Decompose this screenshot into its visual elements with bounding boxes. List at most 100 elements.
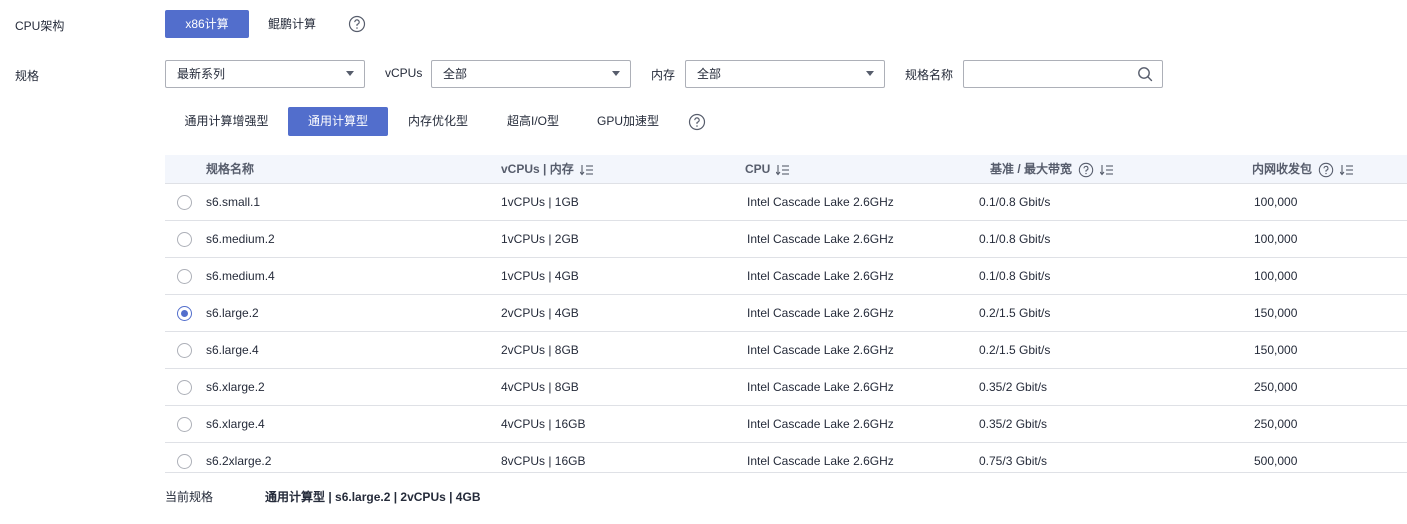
sort-icon[interactable] [1340,164,1354,176]
search-icon[interactable] [1137,66,1153,82]
table-row[interactable]: s6.small.1 1vCPUs | 1GB Intel Cascade La… [165,184,1407,221]
spec-name-search [963,60,1163,88]
help-icon[interactable] [688,113,706,131]
cell-vcpu-mem: 8vCPUs | 16GB [501,454,586,468]
help-icon[interactable] [1318,162,1334,178]
current-spec-value: 通用计算型 | s6.large.2 | 2vCPUs | 4GB [265,490,481,504]
cell-bandwidth: 0.2/1.5 Gbit/s [979,343,1051,357]
help-icon[interactable] [1078,162,1094,178]
cell-cpu: Intel Cascade Lake 2.6GHz [747,380,894,394]
cell-spec-name: s6.xlarge.2 [206,380,265,394]
cell-spec-name: s6.2xlarge.2 [206,454,272,468]
cell-vcpu-mem: 4vCPUs | 8GB [501,380,579,394]
cell-pps: 150,000 [1254,343,1298,357]
cell-pps: 100,000 [1254,195,1298,209]
cell-pps: 100,000 [1254,232,1298,246]
series-select-value: 最新系列 [177,67,226,81]
header-bandwidth[interactable]: 基准 / 最大带宽 [990,155,1114,184]
vcpus-select[interactable]: 全部 [431,60,631,88]
chevron-down-icon [612,71,620,76]
cell-spec-name: s6.medium.2 [206,232,275,246]
sort-icon[interactable] [579,164,594,176]
sort-icon[interactable] [776,164,790,176]
memory-select[interactable]: 全部 [685,60,885,88]
cell-bandwidth: 0.35/2 Gbit/s [979,417,1048,431]
cell-bandwidth: 0.2/1.5 Gbit/s [979,306,1051,320]
table-row[interactable]: s6.2xlarge.2 8vCPUs | 16GB Intel Cascade… [165,443,1407,473]
tab-general-enhanced[interactable]: 通用计算增强型 [175,107,278,136]
header-cpu[interactable]: CPU [745,155,790,184]
cell-bandwidth: 0.1/0.8 Gbit/s [979,269,1051,283]
spec-name-input[interactable] [964,61,1124,87]
spec-label: 规格 [15,69,40,83]
row-radio[interactable] [177,380,192,395]
cell-spec-name: s6.large.2 [206,306,259,320]
cell-spec-name: s6.large.4 [206,343,259,357]
current-spec-label: 当前规格 [165,490,214,504]
tab-ultra-high-io[interactable]: 超高I/O型 [494,107,572,136]
spec-name-label: 规格名称 [905,68,954,82]
cell-bandwidth: 0.35/2 Gbit/s [979,380,1048,394]
cell-pps: 250,000 [1254,417,1298,431]
x86-arch-button[interactable]: x86计算 [165,10,249,38]
tab-memory-optimized[interactable]: 内存优化型 [398,107,478,136]
header-vcpu-mem[interactable]: vCPUs | 内存 [501,155,594,184]
row-radio[interactable] [177,343,192,358]
series-select[interactable]: 最新系列 [165,60,365,88]
help-icon[interactable] [348,15,366,33]
header-pps[interactable]: 内网收发包 [1252,155,1354,184]
cell-cpu: Intel Cascade Lake 2.6GHz [747,195,894,209]
sort-icon[interactable] [1100,164,1114,176]
row-radio[interactable] [177,269,192,284]
row-radio[interactable] [177,195,192,210]
chevron-down-icon [346,71,354,76]
cell-pps: 500,000 [1254,454,1298,468]
table-row[interactable]: s6.medium.2 1vCPUs | 2GB Intel Cascade L… [165,221,1407,258]
cell-bandwidth: 0.1/0.8 Gbit/s [979,195,1051,209]
vcpus-label: vCPUs [385,66,423,80]
cell-vcpu-mem: 2vCPUs | 4GB [501,306,579,320]
cell-cpu: Intel Cascade Lake 2.6GHz [747,454,894,468]
chevron-down-icon [866,71,874,76]
cell-cpu: Intel Cascade Lake 2.6GHz [747,269,894,283]
vcpus-select-value: 全部 [443,67,468,81]
header-bandwidth-label: 基准 / 最大带宽 [990,162,1073,176]
cell-pps: 150,000 [1254,306,1298,320]
cell-vcpu-mem: 1vCPUs | 2GB [501,232,579,246]
cell-pps: 250,000 [1254,380,1298,394]
row-radio[interactable] [177,232,192,247]
header-cpu-label: CPU [745,162,771,176]
tab-general-computing[interactable]: 通用计算型 [288,107,388,136]
cell-bandwidth: 0.1/0.8 Gbit/s [979,232,1051,246]
cell-vcpu-mem: 1vCPUs | 1GB [501,195,579,209]
cell-vcpu-mem: 2vCPUs | 8GB [501,343,579,357]
cell-spec-name: s6.medium.4 [206,269,275,283]
row-radio[interactable] [177,417,192,432]
kunpeng-arch-button[interactable]: 鲲鹏计算 [253,10,331,38]
cell-pps: 100,000 [1254,269,1298,283]
table-row-selected[interactable]: s6.large.2 2vCPUs | 4GB Intel Cascade La… [165,295,1407,332]
table-row[interactable]: s6.large.4 2vCPUs | 8GB Intel Cascade La… [165,332,1407,369]
table-header: 规格名称 vCPUs | 内存 CPU 基准 / 最大带宽 内网收发包 [165,155,1407,184]
cell-spec-name: s6.small.1 [206,195,261,209]
cell-spec-name: s6.xlarge.4 [206,417,265,431]
cpu-arch-label: CPU架构 [15,19,65,33]
cell-cpu: Intel Cascade Lake 2.6GHz [747,306,894,320]
table-row[interactable]: s6.medium.4 1vCPUs | 4GB Intel Cascade L… [165,258,1407,295]
table-row[interactable]: s6.xlarge.2 4vCPUs | 8GB Intel Cascade L… [165,369,1407,406]
cell-vcpu-mem: 1vCPUs | 4GB [501,269,579,283]
tab-gpu-accelerated[interactable]: GPU加速型 [588,107,668,136]
table-row[interactable]: s6.xlarge.4 4vCPUs | 16GB Intel Cascade … [165,406,1407,443]
cell-cpu: Intel Cascade Lake 2.6GHz [747,343,894,357]
row-radio[interactable] [177,454,192,469]
row-radio-checked[interactable] [177,306,192,321]
header-vcpu-mem-label: vCPUs | 内存 [501,162,574,176]
memory-select-value: 全部 [697,67,722,81]
cell-cpu: Intel Cascade Lake 2.6GHz [747,232,894,246]
cell-vcpu-mem: 4vCPUs | 16GB [501,417,586,431]
cell-cpu: Intel Cascade Lake 2.6GHz [747,417,894,431]
header-pps-label: 内网收发包 [1252,162,1313,176]
cell-bandwidth: 0.75/3 Gbit/s [979,454,1048,468]
memory-label: 内存 [651,68,676,82]
header-spec-name: 规格名称 [206,162,255,176]
